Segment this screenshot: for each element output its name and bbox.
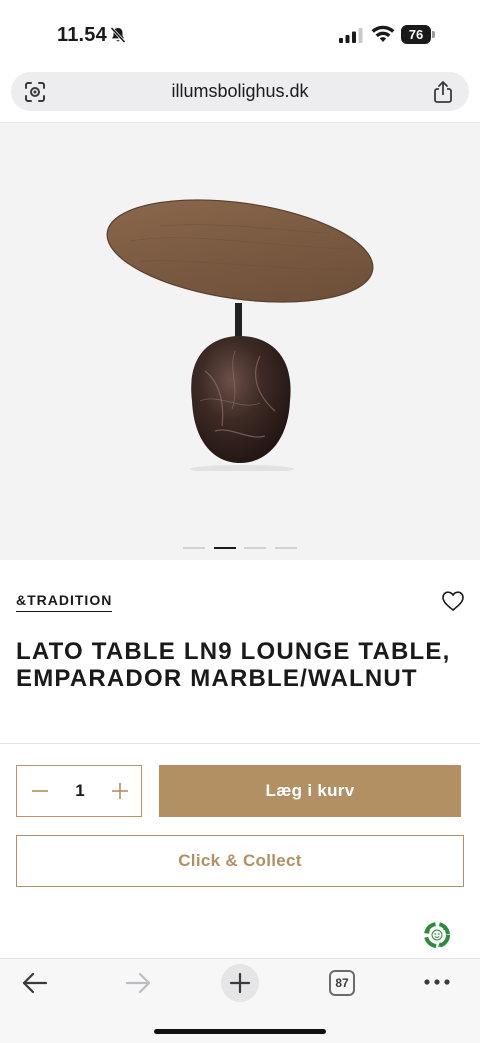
signal-icon [339,28,363,43]
brand-link[interactable]: &TRADITION [16,592,113,612]
quantity-stepper[interactable]: 1 [16,765,142,817]
browser-toolbar: 87 [0,958,480,1043]
share-icon[interactable] [432,80,454,104]
more-icon[interactable] [423,977,451,987]
minus-icon[interactable] [29,780,51,802]
address-bar[interactable]: illumsbolighus.dk [11,72,469,111]
status-bar: 11.54 76 [0,0,480,70]
heart-icon[interactable] [441,590,465,612]
product-title: LATO TABLE LN9 LOUNGE TABLE, EMPARADOR M… [16,638,451,692]
gallery-pagination [0,546,480,552]
quantity-value[interactable]: 1 [61,781,99,801]
product-image [106,199,374,471]
section-divider [0,743,480,744]
click-and-collect-button[interactable]: Click & Collect [16,835,464,887]
gallery-dot-active[interactable] [214,547,236,549]
battery-tip [432,31,435,38]
gallery-dot[interactable] [183,547,205,549]
battery-level: 76 [401,25,431,44]
bell-slash-icon [110,26,126,44]
wifi-icon [371,25,395,42]
url-text[interactable]: illumsbolighus.dk [11,81,469,102]
battery-icon: 76 [401,25,435,44]
plus-icon[interactable] [109,780,131,802]
product-image-gallery[interactable] [0,123,480,560]
plus-icon [229,972,251,994]
forward-arrow-icon[interactable] [124,972,152,994]
home-indicator [154,1029,326,1034]
recycle-icon[interactable] [421,919,453,951]
tabs-icon[interactable]: 87 [329,970,355,996]
add-to-cart-button[interactable]: Læg i kurv [159,765,461,817]
status-time: 11.54 [57,24,107,46]
new-tab-button[interactable] [221,964,259,1002]
gallery-dot[interactable] [244,547,266,549]
gallery-dot[interactable] [275,547,297,549]
back-arrow-icon[interactable] [21,972,49,994]
